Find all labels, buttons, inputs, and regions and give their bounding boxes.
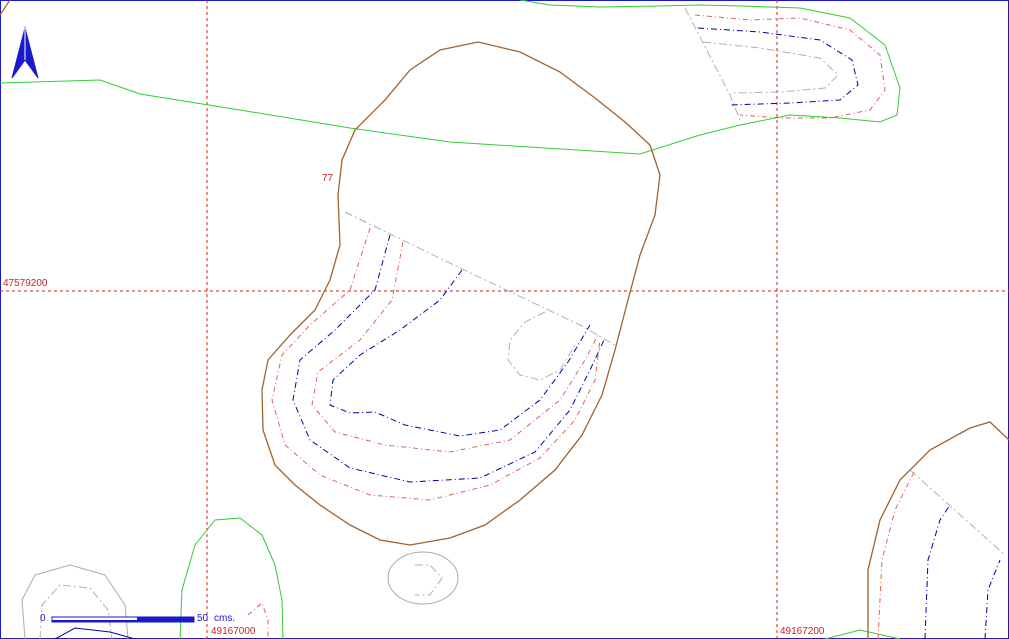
outline-brown-bottom-right: [867, 421, 1009, 639]
red-dashed-top-outer: [694, 14, 886, 119]
scale-bar-unit-label: cms.: [214, 613, 235, 624]
blue-dashed-top: [697, 27, 859, 106]
grid-label-easting-1: 49167000: [211, 626, 256, 637]
red-dashed-bottom-right: [877, 469, 916, 639]
blue-lower-left: [54, 627, 136, 639]
brown-corner-top-left: [0, 0, 11, 16]
map-svg: 0 50 cms. 47579200 49167000 49167200 77: [0, 0, 1009, 639]
red-dashed-inner: [311, 241, 599, 453]
bottom-right-feature: [867, 421, 1009, 639]
gray-cut-line: [344, 211, 616, 346]
grid-label-northing: 47579200: [3, 278, 48, 289]
gray-dashed-top: [702, 41, 839, 94]
gray-inner-loop: [507, 311, 576, 381]
red-dashed-outer: [271, 227, 601, 501]
map-canvas[interactable]: 0 50 cms. 47579200 49167000 49167200 77: [0, 0, 1009, 639]
blue-dashed-inner: [329, 269, 591, 437]
blue-dashed-bottom-right-1: [924, 504, 951, 639]
scale-bar-end-label: 50: [197, 613, 209, 624]
scale-bar-fill-high: [137, 617, 194, 622]
central-feature: [261, 41, 661, 546]
gray-cut-line-top: [684, 7, 741, 121]
gray-oval-inner: [415, 564, 443, 596]
green-boundary-bottom: [824, 629, 901, 639]
grid-label-easting-2: 49167200: [780, 626, 825, 637]
gray-oval: [387, 551, 459, 605]
blue-dashed-outer: [292, 234, 606, 483]
north-arrow-icon: [11, 26, 39, 79]
outline-brown: [261, 41, 661, 546]
green-lines: [0, 0, 901, 639]
spot-label: 77: [322, 173, 334, 184]
top-right-feature: [684, 7, 886, 121]
scale-bar: 0 50 cms.: [40, 613, 235, 624]
blue-dashed-bottom-right-2: [984, 559, 1001, 639]
green-boundary-line: [0, 0, 901, 155]
gray-cut-line-bottom-right: [909, 469, 1006, 556]
scale-bar-start-label: 0: [40, 613, 46, 624]
